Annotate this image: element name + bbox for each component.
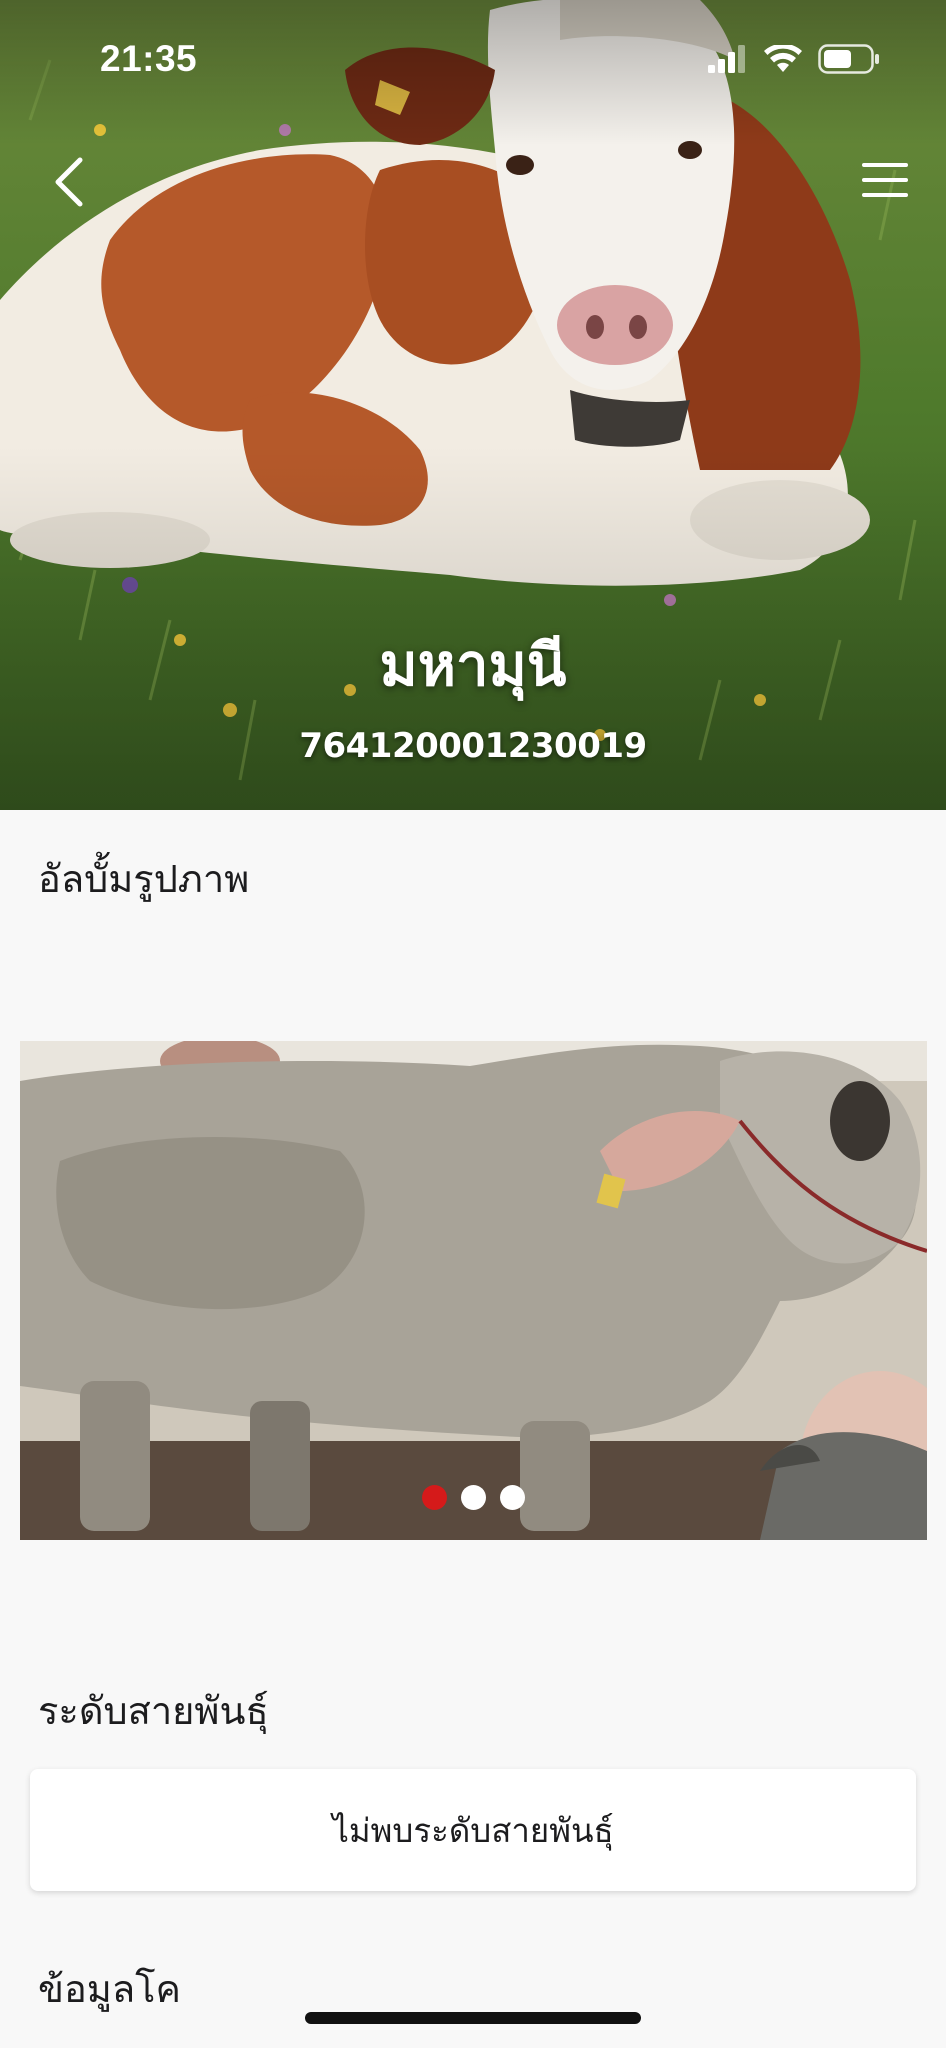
breed-title: ระดับสายพันธุ์ [38,1689,269,1733]
home-indicator[interactable] [305,2012,641,2024]
album-title: อัลบั้มรูปภาพ [38,857,250,901]
carousel-dot-2[interactable] [461,1485,486,1510]
status-icons [708,44,880,74]
cow-id: 764120001230019 [299,726,647,766]
breed-empty-card: ไม่พบระดับสายพันธุ์ [30,1769,916,1891]
menu-button[interactable] [854,152,916,208]
status-time: 21:35 [100,38,198,79]
wifi-icon [764,45,802,72]
cellular-signal-icon [708,45,745,73]
photo-carousel[interactable] [20,1041,927,1540]
carousel-dot-1[interactable] [422,1485,447,1510]
carousel-photo [20,1041,927,1540]
cow-name: มหามุนี [379,631,567,699]
back-button[interactable] [44,150,94,214]
hero-banner: 21:35 มหามุนี 764120001230019 [0,0,946,810]
chevron-left-icon [55,157,83,207]
battery-icon [818,44,879,74]
cow-info-title: ข้อมูลโค [38,1967,181,2011]
carousel-dots [20,1485,927,1510]
breed-empty-text: ไม่พบระดับสายพันธุ์ [332,1810,614,1850]
carousel-dot-3[interactable] [500,1485,525,1510]
hamburger-menu-icon [862,163,908,197]
